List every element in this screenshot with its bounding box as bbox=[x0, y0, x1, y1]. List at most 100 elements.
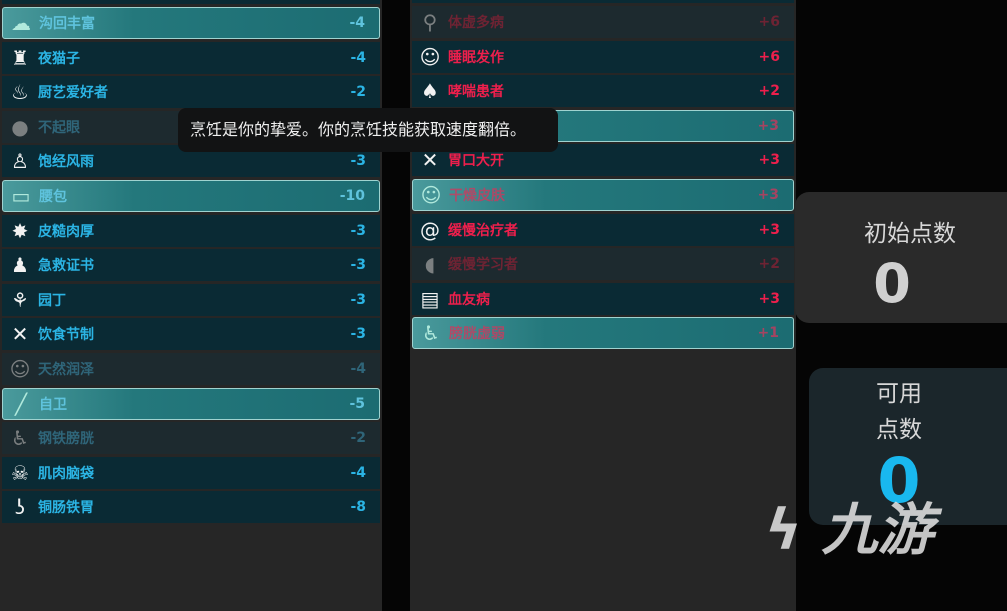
trait-row[interactable]: ☁ 沟回丰富 -4 bbox=[2, 7, 380, 39]
trait-row[interactable]: ▭ 腰包 -10 bbox=[2, 180, 380, 212]
hooded-face-icon: ● bbox=[11, 114, 29, 139]
trait-name: 睡眠发作 bbox=[448, 49, 504, 66]
trait-row[interactable]: ☠ 肌肉脑袋 -4 bbox=[2, 456, 380, 489]
trait-cost: -3 bbox=[350, 326, 366, 343]
trait-row[interactable]: ╱ 自卫 -5 bbox=[2, 387, 380, 420]
trait-cost: -4 bbox=[350, 464, 366, 481]
trait-name: 厨艺爱好者 bbox=[38, 85, 108, 102]
available-points-label-2: 点数 bbox=[876, 417, 922, 443]
face-icon: ☺ bbox=[420, 183, 442, 207]
trait-cost: +6 bbox=[758, 48, 780, 65]
trait-row[interactable]: ✕ 饮食节制 -3 bbox=[2, 318, 380, 351]
trait-row[interactable]: ʖ 铜肠铁胃 -8 bbox=[2, 491, 380, 524]
trait-row[interactable]: ☺ 干燥皮肤 +3 bbox=[412, 179, 794, 211]
trait-cost: -5 bbox=[349, 395, 365, 412]
trait-row[interactable]: ◖ 缓慢学习者 +2 bbox=[412, 248, 794, 281]
trait-name: 沟回丰富 bbox=[39, 16, 95, 32]
trait-row[interactable]: ♟ 急救证书 -3 bbox=[2, 249, 380, 282]
sleepy-face-icon: ☺ bbox=[419, 44, 441, 69]
owl-icon: ♜ bbox=[11, 45, 29, 70]
trait-name: 膀胱虚弱 bbox=[449, 326, 505, 343]
trait-name: 自卫 bbox=[39, 396, 67, 413]
trait-name: 园丁 bbox=[38, 292, 66, 309]
snail-icon: @ bbox=[420, 217, 440, 242]
trait-cost: -4 bbox=[350, 361, 366, 377]
positive-traits-list: ☁ 沟回丰富 -4 ♜ 夜猫子 -4 ♨ 厨艺爱好者 -2 ● 不起眼 ♙ 饱经风雨 -3 ▭ 腰包 -10 ✸ 皮… bbox=[0, 0, 382, 611]
trait-row[interactable]: ♜ 夜猫子 -4 bbox=[2, 41, 380, 74]
trait-name: 体虚多病 bbox=[448, 15, 504, 31]
initial-points-label: 初始点数 bbox=[864, 221, 956, 247]
trait-row-partial[interactable] bbox=[412, 0, 794, 4]
lungs-icon: ♠ bbox=[421, 79, 439, 104]
trait-row[interactable]: @ 缓慢治疗者 +3 bbox=[412, 213, 794, 246]
medic-icon: ♟ bbox=[11, 253, 29, 278]
trait-name: 急救证书 bbox=[38, 258, 94, 275]
trait-cost: -8 bbox=[350, 499, 366, 516]
trait-name: 哮喘患者 bbox=[448, 84, 504, 101]
trait-name: 血友病 bbox=[448, 291, 490, 308]
trait-cost: -2 bbox=[350, 84, 366, 101]
initial-points-value: 0 bbox=[873, 252, 911, 315]
plant-icon: ⚘ bbox=[11, 287, 29, 312]
fanny-pack-icon: ▭ bbox=[11, 184, 31, 208]
trait-name: 皮糙肉厚 bbox=[38, 223, 94, 240]
available-points-label-1: 可用 bbox=[876, 381, 922, 407]
trait-name: 钢铁膀胱 bbox=[38, 431, 94, 448]
initial-points-box: 初始点数 0 bbox=[795, 192, 1007, 323]
trait-cost: -3 bbox=[350, 257, 366, 274]
cooking-icon: ♨ bbox=[11, 80, 29, 105]
trait-row[interactable]: ♠ 哮喘患者 +2 bbox=[412, 75, 794, 108]
trait-row[interactable]: ⚲ 体虚多病 +6 bbox=[412, 6, 794, 38]
trait-row[interactable]: ▤ 血友病 +3 bbox=[412, 282, 794, 315]
skull-icon: ☠ bbox=[11, 460, 29, 485]
trait-cost: -3 bbox=[350, 153, 366, 170]
trait-cost: +3 bbox=[757, 117, 779, 134]
fork-knife-icon: ✕ bbox=[11, 322, 29, 347]
negative-traits-list: ⚲ 体虚多病 +6 ☺ 睡眠发作 +6 ♠ 哮喘患者 +2 +3 ✕ 胃口大开 +3 ☺ 干燥皮肤 +3 @ 缓慢… bbox=[410, 0, 796, 611]
trait-cost: -2 bbox=[350, 430, 366, 447]
logo-icon: ϟ bbox=[765, 498, 802, 563]
trait-tooltip: 烹饪是你的挚爱。你的烹饪技能获取速度翻倍。 bbox=[178, 108, 558, 152]
trait-cost: +3 bbox=[757, 187, 779, 203]
trait-row[interactable]: ✸ 皮糙肉厚 -3 bbox=[2, 214, 380, 247]
trait-cost: +3 bbox=[758, 221, 780, 238]
trait-cost: -3 bbox=[350, 291, 366, 308]
trait-name: 饱经风雨 bbox=[38, 154, 94, 171]
trait-cost: +2 bbox=[758, 83, 780, 100]
head-icon: ◖ bbox=[424, 252, 436, 277]
trait-name: 饮食节制 bbox=[38, 327, 94, 344]
trait-name: 缓慢治疗者 bbox=[448, 222, 518, 239]
watermark-text: 九游 bbox=[821, 498, 934, 563]
trait-cost: -4 bbox=[349, 15, 365, 31]
trait-row-partial[interactable] bbox=[2, 0, 380, 5]
watermark-logo: ϟ 九游 bbox=[765, 485, 933, 566]
elderly-icon: ⚲ bbox=[422, 10, 438, 34]
trait-row[interactable]: ♿ 膀胱虚弱 +1 bbox=[412, 317, 794, 350]
trait-cost: +1 bbox=[757, 325, 779, 342]
toilet-icon: ♿ bbox=[11, 426, 29, 451]
trait-cost: +6 bbox=[758, 14, 780, 30]
trait-cost: +3 bbox=[758, 152, 780, 169]
toilet-icon: ♿ bbox=[422, 321, 440, 346]
trait-name: 腰包 bbox=[39, 189, 67, 205]
hide-icon: ✸ bbox=[11, 218, 29, 243]
trait-row[interactable]: ⚘ 园丁 -3 bbox=[2, 283, 380, 316]
brain-icon: ☁ bbox=[11, 11, 31, 35]
trait-name: 胃口大开 bbox=[448, 153, 504, 170]
face-icon: ☺ bbox=[9, 357, 31, 381]
trait-cost: -3 bbox=[350, 222, 366, 239]
trait-name: 干燥皮肤 bbox=[449, 188, 505, 204]
trait-row[interactable]: ♿ 钢铁膀胱 -2 bbox=[2, 422, 380, 455]
trait-name: 缓慢学习者 bbox=[448, 257, 518, 274]
stomach-icon: ʖ bbox=[14, 495, 26, 520]
trait-name: 肌肉脑袋 bbox=[38, 465, 94, 482]
trait-row[interactable]: ☺ 睡眠发作 +6 bbox=[412, 40, 794, 73]
trait-row[interactable]: ♨ 厨艺爱好者 -2 bbox=[2, 76, 380, 109]
trait-name: 铜肠铁胃 bbox=[38, 500, 94, 517]
trait-cost: -10 bbox=[339, 188, 365, 204]
bat-icon: ╱ bbox=[14, 391, 28, 416]
trait-name: 天然润泽 bbox=[38, 362, 94, 378]
trait-cost: -4 bbox=[350, 49, 366, 66]
person-icon: ♙ bbox=[11, 149, 29, 174]
trait-row[interactable]: ☺ 天然润泽 -4 bbox=[2, 353, 380, 385]
